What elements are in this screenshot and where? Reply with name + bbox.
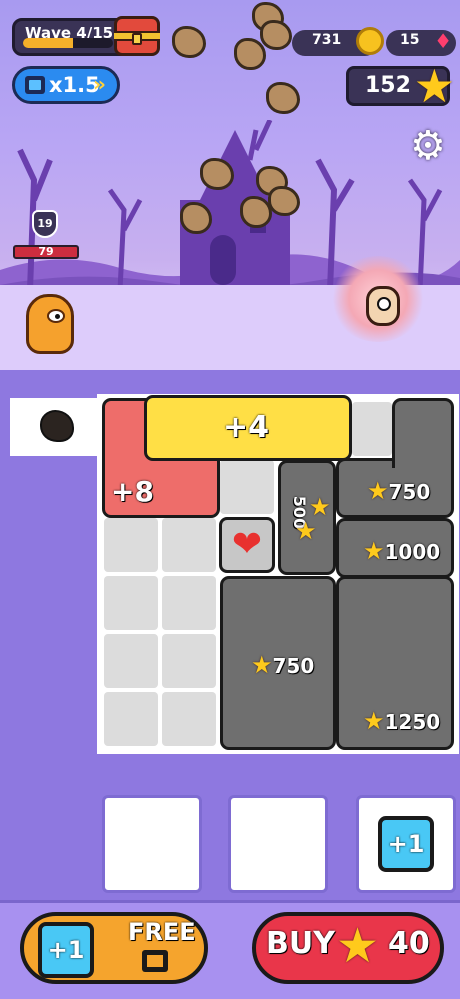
plus4-label: +4 xyxy=(223,410,270,445)
block-750-big[interactable]: ★750 xyxy=(220,576,336,750)
rock-projectile xyxy=(260,20,292,50)
star-icon: ★ xyxy=(413,59,455,113)
star-count: 152 xyxy=(365,73,411,98)
battle-scene: 19 79 Wave 4/15 731 15 ♦ x1.5 » 152 ★ ⚙ xyxy=(0,0,460,370)
star-icon: ★ xyxy=(336,918,380,974)
empty-cell[interactable] xyxy=(352,402,392,456)
block-1000[interactable]: ★1000 xyxy=(336,518,454,578)
block-750-top-label: ★750 xyxy=(367,477,431,505)
block-1250[interactable]: ★1250 xyxy=(336,576,454,750)
block-1250-label: ★1250 xyxy=(363,707,441,735)
block-vertical[interactable]: 500 ★ ★ xyxy=(278,460,336,575)
rock-projectile xyxy=(268,186,300,216)
piece-slot-1[interactable] xyxy=(102,795,202,893)
plus4-block[interactable]: +4 xyxy=(144,395,352,461)
block-1000-label: ★1000 xyxy=(363,537,441,565)
archer-body xyxy=(366,286,400,326)
heart-block[interactable]: ❤ xyxy=(219,517,275,573)
star-icon: ★ xyxy=(363,537,385,565)
rock-projectile xyxy=(234,38,266,70)
buy-button[interactable]: BUY ★ 40 xyxy=(252,912,444,984)
archer-eye xyxy=(377,297,391,311)
star-icon: ★ xyxy=(295,517,317,545)
speed-boost-button[interactable]: x1.5 » xyxy=(12,66,120,104)
empty-cell[interactable] xyxy=(104,518,158,572)
empty-cell[interactable] xyxy=(162,576,216,630)
video-ad-icon xyxy=(142,950,168,972)
next-rock-icon xyxy=(40,410,74,442)
empty-cell[interactable] xyxy=(104,692,158,746)
coin-icon xyxy=(356,27,384,55)
enemy-level-badge: 19 xyxy=(32,210,58,238)
enemy-hp-bar: 79 xyxy=(13,245,79,259)
treasure-chest-icon[interactable] xyxy=(114,16,160,56)
rock-projectile xyxy=(266,82,300,114)
star-icon: ★ xyxy=(363,707,385,735)
wave-progress-bar xyxy=(23,38,113,48)
plus8-label: +8 xyxy=(111,475,154,508)
gem-icon: ♦ xyxy=(434,29,452,53)
empty-cell[interactable] xyxy=(162,518,216,572)
empty-cell[interactable] xyxy=(162,634,216,688)
rock-projectile xyxy=(200,158,234,190)
settings-gear-icon[interactable]: ⚙ xyxy=(410,126,450,166)
free-plus1-icon: +1 xyxy=(38,922,94,978)
free-label: FREE xyxy=(128,918,196,946)
block-750-big-label: ★750 xyxy=(251,651,315,679)
wave-indicator: Wave 4/15 xyxy=(12,18,130,56)
piece-slot-2[interactable] xyxy=(228,795,328,893)
plus1-slot-piece[interactable]: +1 xyxy=(378,816,434,872)
coin-counter: 731 xyxy=(292,27,384,56)
block-750-top-upper[interactable] xyxy=(392,398,454,468)
coin-count: 731 xyxy=(312,32,342,48)
gem-count: 15 xyxy=(400,32,420,48)
fast-forward-icon: » xyxy=(93,72,106,96)
star-icon: ★ xyxy=(251,651,273,679)
orange-monster-enemy xyxy=(26,294,74,354)
empty-cell[interactable] xyxy=(104,634,158,688)
free-piece-button[interactable]: +1 FREE xyxy=(20,912,208,984)
empty-cell[interactable] xyxy=(104,576,158,630)
star-counter: 152 ★ xyxy=(346,61,455,111)
gem-counter: 15 ♦ xyxy=(386,30,456,56)
monster-eye xyxy=(47,309,65,323)
empty-cell[interactable] xyxy=(162,692,216,746)
rock-projectile xyxy=(240,196,272,228)
empty-cell[interactable] xyxy=(220,460,274,514)
buy-label: BUY xyxy=(266,926,335,961)
rock-projectile xyxy=(180,202,212,234)
buy-price: 40 xyxy=(388,926,430,961)
rock-projectile xyxy=(172,26,206,58)
chest-lock-icon xyxy=(132,33,142,45)
chicken-archer-hero xyxy=(330,256,426,342)
wave-progress-fill xyxy=(23,38,73,48)
video-ad-icon xyxy=(25,76,45,94)
star-icon: ★ xyxy=(367,477,389,505)
